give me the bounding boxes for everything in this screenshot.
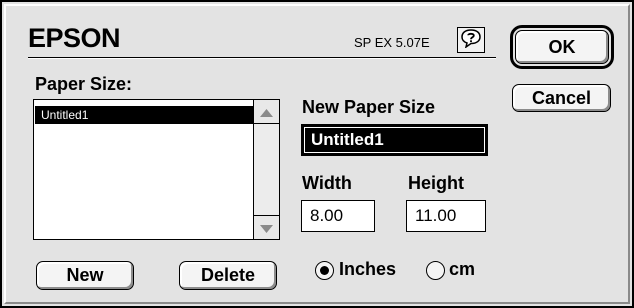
inches-radio[interactable] <box>315 261 334 280</box>
delete-button[interactable]: Delete <box>179 261 277 290</box>
new-paper-size-label: New Paper Size <box>302 97 436 117</box>
paper-name-input[interactable]: Untitled1 <box>301 124 488 156</box>
width-label: Width <box>302 173 352 193</box>
height-label: Height <box>408 173 464 193</box>
driver-version: SP EX 5.07E <box>354 35 430 50</box>
scroll-down-arrow-icon <box>260 218 273 237</box>
help-button[interactable] <box>457 27 485 53</box>
list-scrollbar[interactable] <box>253 100 279 239</box>
list-item[interactable]: Untitled1 <box>35 106 253 124</box>
paper-size-label: Paper Size: <box>35 74 133 94</box>
cm-radio[interactable] <box>426 261 445 280</box>
header-divider <box>28 57 496 59</box>
paper-name-value: Untitled1 <box>304 127 485 153</box>
scroll-down-button[interactable] <box>254 215 279 239</box>
scroll-up-button[interactable] <box>254 100 279 124</box>
ok-button[interactable]: OK <box>515 30 609 64</box>
inches-label[interactable]: Inches <box>339 259 396 280</box>
paper-size-dialog: EPSON SP EX 5.07E OK Cancel Paper Size: … <box>0 0 634 308</box>
width-input[interactable]: 8.00 <box>301 200 375 232</box>
paper-size-list[interactable]: Untitled1 <box>33 99 280 240</box>
cm-label[interactable]: cm <box>449 259 475 280</box>
help-balloon-icon <box>460 28 482 52</box>
new-button[interactable]: New <box>36 261 134 290</box>
epson-logo: EPSON <box>28 23 121 53</box>
cancel-button[interactable]: Cancel <box>512 84 611 112</box>
height-input[interactable]: 11.00 <box>406 200 486 232</box>
scroll-up-arrow-icon <box>260 102 273 121</box>
